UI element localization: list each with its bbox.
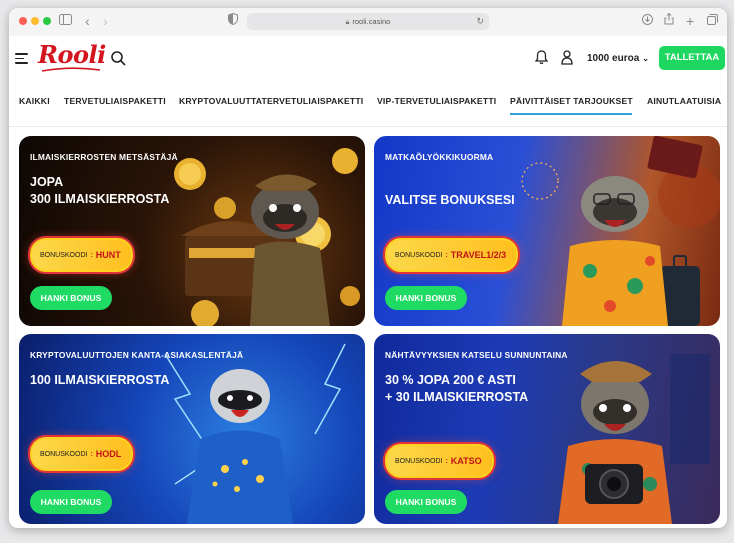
address-bar[interactable]: 🔒︎ rooli.casino ↻ <box>247 13 489 30</box>
user-icon[interactable] <box>561 50 573 65</box>
logo-swoosh-icon <box>41 67 101 72</box>
menu-icon[interactable] <box>15 53 28 67</box>
tab-exclusive[interactable]: AINUTLAATUISIA <box>647 96 721 106</box>
card-headline: 30 % JOPA 200 € ASTI + 30 ILMAISKIERROST… <box>385 373 529 404</box>
lock-icon: 🔒︎ <box>345 19 350 26</box>
active-tab-indicator <box>510 113 632 115</box>
card-kicker: NÄHTÄVYYKSIEN KATSELU SUNNUNTAINA <box>385 350 568 360</box>
deposit-button[interactable]: TALLETTAA <box>659 46 725 70</box>
card-kicker: MATKAÕLYÖKKIKUORMA <box>385 152 494 162</box>
close-window-button[interactable] <box>19 17 27 25</box>
browser-window: ‹ › 🔒︎ rooli.casino ↻ + Rooli 1000 euroa ⌄… <box>9 8 727 528</box>
bonus-code-value: HUNT <box>95 250 121 260</box>
bonus-code-value: HODL <box>95 449 122 459</box>
download-icon[interactable] <box>642 13 653 29</box>
bonus-code-label: BONUSKOODI <box>40 251 88 259</box>
tab-welcome-package[interactable]: TERVETULIAISPAKETTI <box>64 96 166 106</box>
tab-all[interactable]: KAIKKI <box>19 96 50 106</box>
chevron-down-icon: ⌄ <box>642 54 649 63</box>
bell-icon[interactable] <box>535 50 548 65</box>
back-icon[interactable]: ‹ <box>85 13 90 29</box>
camera-raccoon-illustration <box>558 354 710 524</box>
promo-tabs: KAIKKI TERVETULIAISPAKETTI KRYPTOVALUUTT… <box>9 86 727 127</box>
travel-raccoon-illustration <box>521 136 720 326</box>
bonus-code-badge[interactable]: BONUSKOODI: KATSO <box>385 444 494 478</box>
get-bonus-button[interactable]: HANKI BONUS <box>30 286 112 310</box>
balance-dropdown[interactable]: 1000 euroa ⌄ <box>587 53 649 64</box>
promo-card-sunday-sightseeing[interactable]: NÄHTÄVYYKSIEN KATSELU SUNNUNTAINA 30 % J… <box>374 334 720 524</box>
minimize-window-button[interactable] <box>31 17 39 25</box>
reload-icon[interactable]: ↻ <box>476 13 484 30</box>
bonus-code-value: KATSO <box>450 456 482 466</box>
bonus-code-badge[interactable]: BONUSKOODI: HUNT <box>30 238 133 272</box>
privacy-shield-icon[interactable] <box>228 12 238 29</box>
get-bonus-button[interactable]: HANKI BONUS <box>30 490 112 514</box>
zoom-window-button[interactable] <box>43 17 51 25</box>
rooli-logo[interactable]: Rooli <box>38 40 106 69</box>
card-kicker: KRYPTOVALUUTTOJEN KANTA-ASIAKASLENTÄJÄ <box>30 350 244 360</box>
balance-amount: 1000 euroa <box>587 53 640 64</box>
bonus-code-label: BONUSKOODI <box>395 457 443 465</box>
card-headline: 100 ILMAISKIERROSTA <box>30 373 170 387</box>
get-bonus-button[interactable]: HANKI BONUS <box>385 490 467 514</box>
card-headline: VALITSE BONUKSESI <box>385 193 515 207</box>
bonus-code-badge[interactable]: BONUSKOODI: HODL <box>30 437 134 471</box>
card-headline: JOPA 300 ILMAISKIERROSTA <box>30 175 170 206</box>
share-icon[interactable] <box>664 12 674 29</box>
promo-card-travel-load[interactable]: MATKAÕLYÖKKIKUORMA VALITSE BONUKSESI BON… <box>374 136 720 326</box>
tab-daily-offers[interactable]: PÄIVITTÄISET TARJOUKSET <box>510 96 633 106</box>
sidebar-icon[interactable] <box>59 13 72 29</box>
bonus-code-value: TRAVEL1/2/3 <box>450 250 507 260</box>
new-tab-icon[interactable]: + <box>686 13 694 29</box>
crypto-raccoon-illustration <box>164 343 346 524</box>
tab-vip-welcome-package[interactable]: VIP-TERVETULIAISPAKETTI <box>377 96 496 106</box>
card-kicker: ILMAISKIERROSTEN METSÄSTÄJÄ <box>30 152 178 162</box>
tab-crypto-welcome-package[interactable]: KRYPTOVALUUTTATERVETULIAISPAKETTI <box>179 96 363 106</box>
forward-icon[interactable]: › <box>103 13 108 29</box>
bonus-code-label: BONUSKOODI <box>395 251 443 259</box>
promo-card-free-spins-hunter[interactable]: ILMAISKIERROSTEN METSÄSTÄJÄ JOPA 300 ILM… <box>19 136 365 326</box>
treasure-raccoon-illustration <box>174 148 360 326</box>
promo-card-crypto-frequent-flyer[interactable]: KRYPTOVALUUTTOJEN KANTA-ASIAKASLENTÄJÄ 1… <box>19 334 365 524</box>
tab-overview-icon[interactable] <box>707 13 718 29</box>
url-text: rooli.casino <box>352 17 391 26</box>
bonus-code-label: BONUSKOODI <box>40 450 88 458</box>
site-header: Rooli 1000 euroa ⌄ TALLETTAA <box>9 36 727 86</box>
bonus-code-badge[interactable]: BONUSKOODI: TRAVEL1/2/3 <box>385 238 519 272</box>
search-icon[interactable] <box>111 51 126 66</box>
browser-toolbar: ‹ › 🔒︎ rooli.casino ↻ + <box>9 8 727 37</box>
get-bonus-button[interactable]: HANKI BONUS <box>385 286 467 310</box>
